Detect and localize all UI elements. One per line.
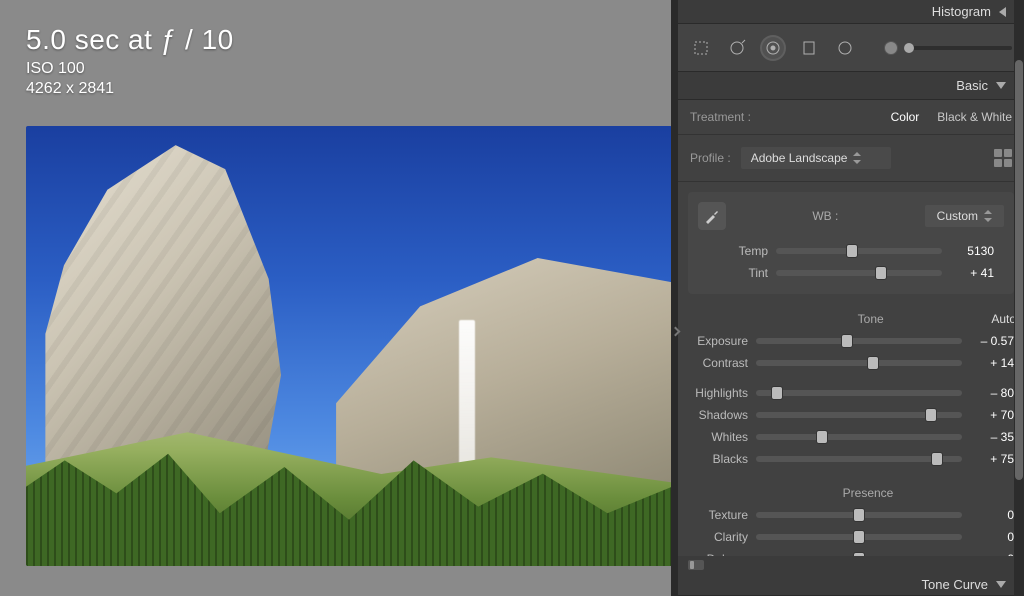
graduated-filter-tool-icon[interactable]: [798, 37, 820, 59]
texture-slider[interactable]: Texture 0: [684, 504, 1014, 526]
develop-panel: Histogram Basic Treatment : Color Black …: [678, 0, 1024, 596]
treatment-row: Treatment : Color Black & White: [678, 100, 1024, 135]
texture-label: Texture: [684, 508, 748, 522]
mask-amount-slider[interactable]: [884, 41, 1012, 55]
expand-icon: [996, 581, 1006, 588]
updown-icon: [853, 153, 861, 163]
profile-row: Profile : Adobe Landscape: [678, 135, 1024, 182]
clarity-slider[interactable]: Clarity 0: [684, 526, 1014, 548]
image-viewport: 5.0 sec at ƒ / 10 ISO 100 4262 x 2841: [0, 0, 678, 596]
tone-curve-header[interactable]: Tone Curve: [678, 574, 1024, 596]
texture-value[interactable]: 0: [970, 508, 1014, 522]
shadows-value[interactable]: + 70: [970, 408, 1014, 422]
blacks-slider[interactable]: Blacks + 75: [684, 448, 1014, 470]
whites-slider[interactable]: Whites – 35: [684, 426, 1014, 448]
whites-value[interactable]: – 35: [970, 430, 1014, 444]
exposure-slider[interactable]: Exposure – 0.57: [684, 330, 1014, 352]
shadows-label: Shadows: [684, 408, 748, 422]
presence-sliders: Texture0Clarity0Dehaze0Vibrance0Saturati…: [678, 504, 1024, 556]
basic-title: Basic: [956, 78, 988, 93]
dehaze-slider[interactable]: Dehaze0: [684, 548, 1014, 556]
tint-value[interactable]: + 41: [950, 266, 994, 280]
treatment-bw[interactable]: Black & White: [937, 110, 1012, 124]
updown-icon: [984, 211, 992, 221]
wb-eyedropper-icon[interactable]: [698, 202, 726, 230]
radial-filter-tool-icon[interactable]: [834, 37, 856, 59]
presence-group-header: Presence: [678, 478, 1024, 504]
redeye-tool-icon[interactable]: [762, 37, 784, 59]
blacks-value[interactable]: + 75: [970, 452, 1014, 466]
exposure-readout: 5.0 sec at ƒ / 10: [26, 24, 234, 56]
clarity-label: Clarity: [684, 530, 748, 544]
profile-value: Adobe Landscape: [751, 151, 848, 165]
wb-label: WB :: [738, 209, 913, 223]
exposure-value[interactable]: – 0.57: [970, 334, 1014, 348]
scrollbar-thumb[interactable]: [1015, 60, 1023, 480]
iso-readout: ISO 100: [26, 60, 234, 78]
tint-slider[interactable]: Tint + 41: [704, 262, 994, 284]
tool-strip: [678, 24, 1024, 72]
contrast-slider[interactable]: Contrast + 14: [684, 352, 1014, 374]
basic-header[interactable]: Basic: [678, 72, 1024, 100]
white-balance-block: WB : Custom Temp 5130 Tint + 41: [688, 192, 1014, 294]
image-metadata: 5.0 sec at ƒ / 10 ISO 100 4262 x 2841: [26, 24, 234, 98]
contrast-label: Contrast: [684, 356, 748, 370]
spot-removal-tool-icon[interactable]: [726, 37, 748, 59]
contrast-value[interactable]: + 14: [970, 356, 1014, 370]
profile-browser-icon[interactable]: [994, 149, 1012, 167]
shadows-slider[interactable]: Shadows + 70: [684, 404, 1014, 426]
panel-resize-handle[interactable]: [671, 0, 678, 596]
panel-scrollbar[interactable]: [1014, 0, 1024, 596]
collapse-icon: [999, 7, 1006, 17]
panel-switch-icon[interactable]: [688, 560, 704, 570]
temp-label: Temp: [704, 244, 768, 258]
basic-panel-body: Treatment : Color Black & White Profile …: [678, 100, 1024, 556]
exposure-label: Exposure: [684, 334, 748, 348]
panel-footer: [678, 556, 1024, 574]
presence-title: Presence: [750, 486, 986, 500]
highlights-label: Highlights: [684, 386, 748, 400]
tone-sliders: Exposure – 0.57 Contrast + 14 Highlights – 80…: [678, 330, 1024, 470]
profile-label: Profile :: [690, 151, 731, 165]
histogram-header[interactable]: Histogram: [678, 0, 1024, 24]
treatment-color[interactable]: Color: [891, 110, 920, 124]
wb-value: Custom: [937, 209, 978, 223]
whites-label: Whites: [684, 430, 748, 444]
tint-label: Tint: [704, 266, 768, 280]
wb-select[interactable]: Custom: [925, 205, 1004, 227]
photo-preview[interactable]: [26, 126, 672, 566]
histogram-title: Histogram: [932, 4, 991, 19]
tone-group-header: Tone Auto: [678, 304, 1024, 330]
crop-tool-icon[interactable]: [690, 37, 712, 59]
tone-curve-title: Tone Curve: [922, 577, 988, 592]
tone-title: Tone: [750, 312, 991, 326]
expand-icon: [996, 82, 1006, 89]
temp-value[interactable]: 5130: [950, 244, 994, 258]
treatment-label: Treatment :: [690, 110, 751, 124]
highlights-value[interactable]: – 80: [970, 386, 1014, 400]
auto-tone-button[interactable]: Auto: [991, 312, 1016, 326]
temp-slider[interactable]: Temp 5130: [704, 240, 994, 262]
highlights-slider[interactable]: Highlights – 80: [684, 382, 1014, 404]
blacks-label: Blacks: [684, 452, 748, 466]
clarity-value[interactable]: 0: [970, 530, 1014, 544]
slider-knob-icon: [884, 41, 898, 55]
profile-select[interactable]: Adobe Landscape: [741, 147, 891, 169]
dimensions-readout: 4262 x 2841: [26, 80, 234, 98]
